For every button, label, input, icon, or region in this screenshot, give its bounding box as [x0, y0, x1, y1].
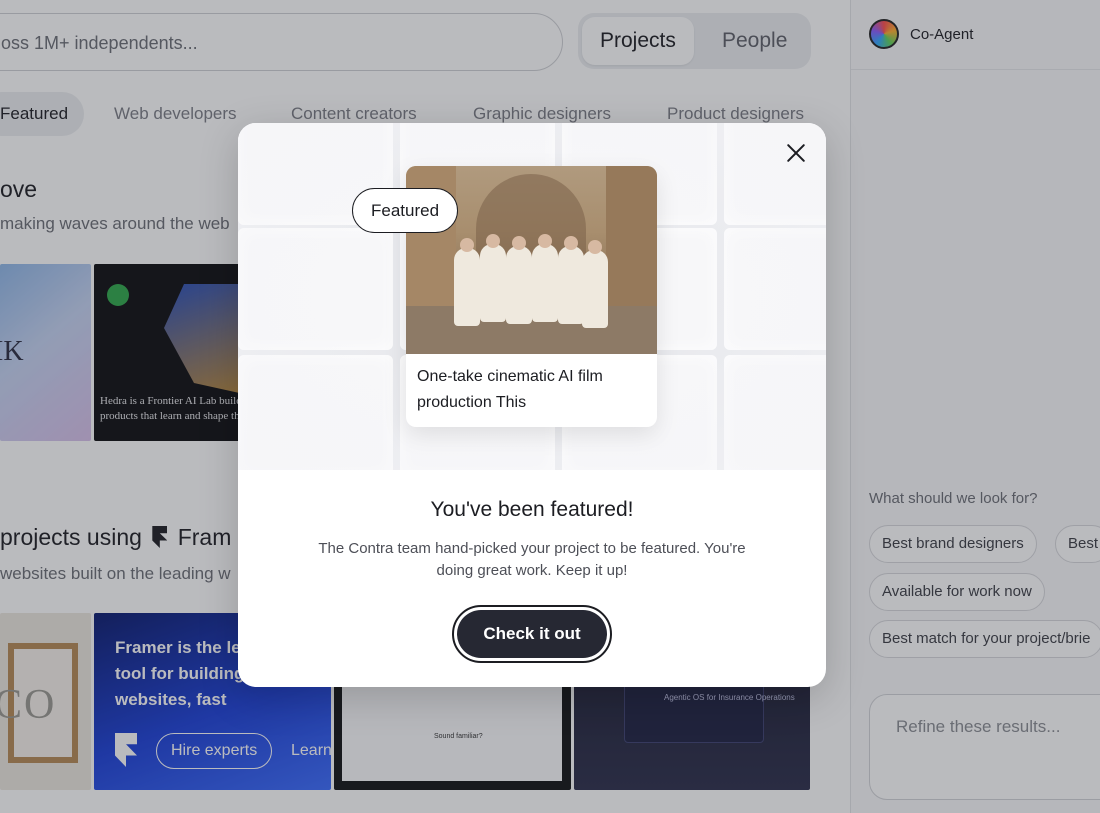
- wall-shape: [606, 166, 657, 316]
- figure-shape: [558, 236, 584, 324]
- figure-shape: [582, 240, 608, 328]
- featured-modal: One-take cinematic AI film production Th…: [238, 123, 826, 687]
- project-title: One-take cinematic AI film production Th…: [417, 368, 603, 411]
- figure-shape: [454, 238, 480, 326]
- featured-badge: Featured: [352, 188, 459, 233]
- modal-title: You've been featured!: [430, 498, 634, 521]
- figure-shape: [506, 236, 532, 324]
- close-icon[interactable]: [783, 140, 809, 166]
- modal-hero: One-take cinematic AI film production Th…: [238, 123, 826, 470]
- modal-body: The Contra team hand-picked your project…: [318, 540, 746, 579]
- check-it-out-button[interactable]: Check it out: [457, 610, 607, 658]
- figure-shape: [480, 234, 506, 322]
- figure-shape: [532, 234, 558, 322]
